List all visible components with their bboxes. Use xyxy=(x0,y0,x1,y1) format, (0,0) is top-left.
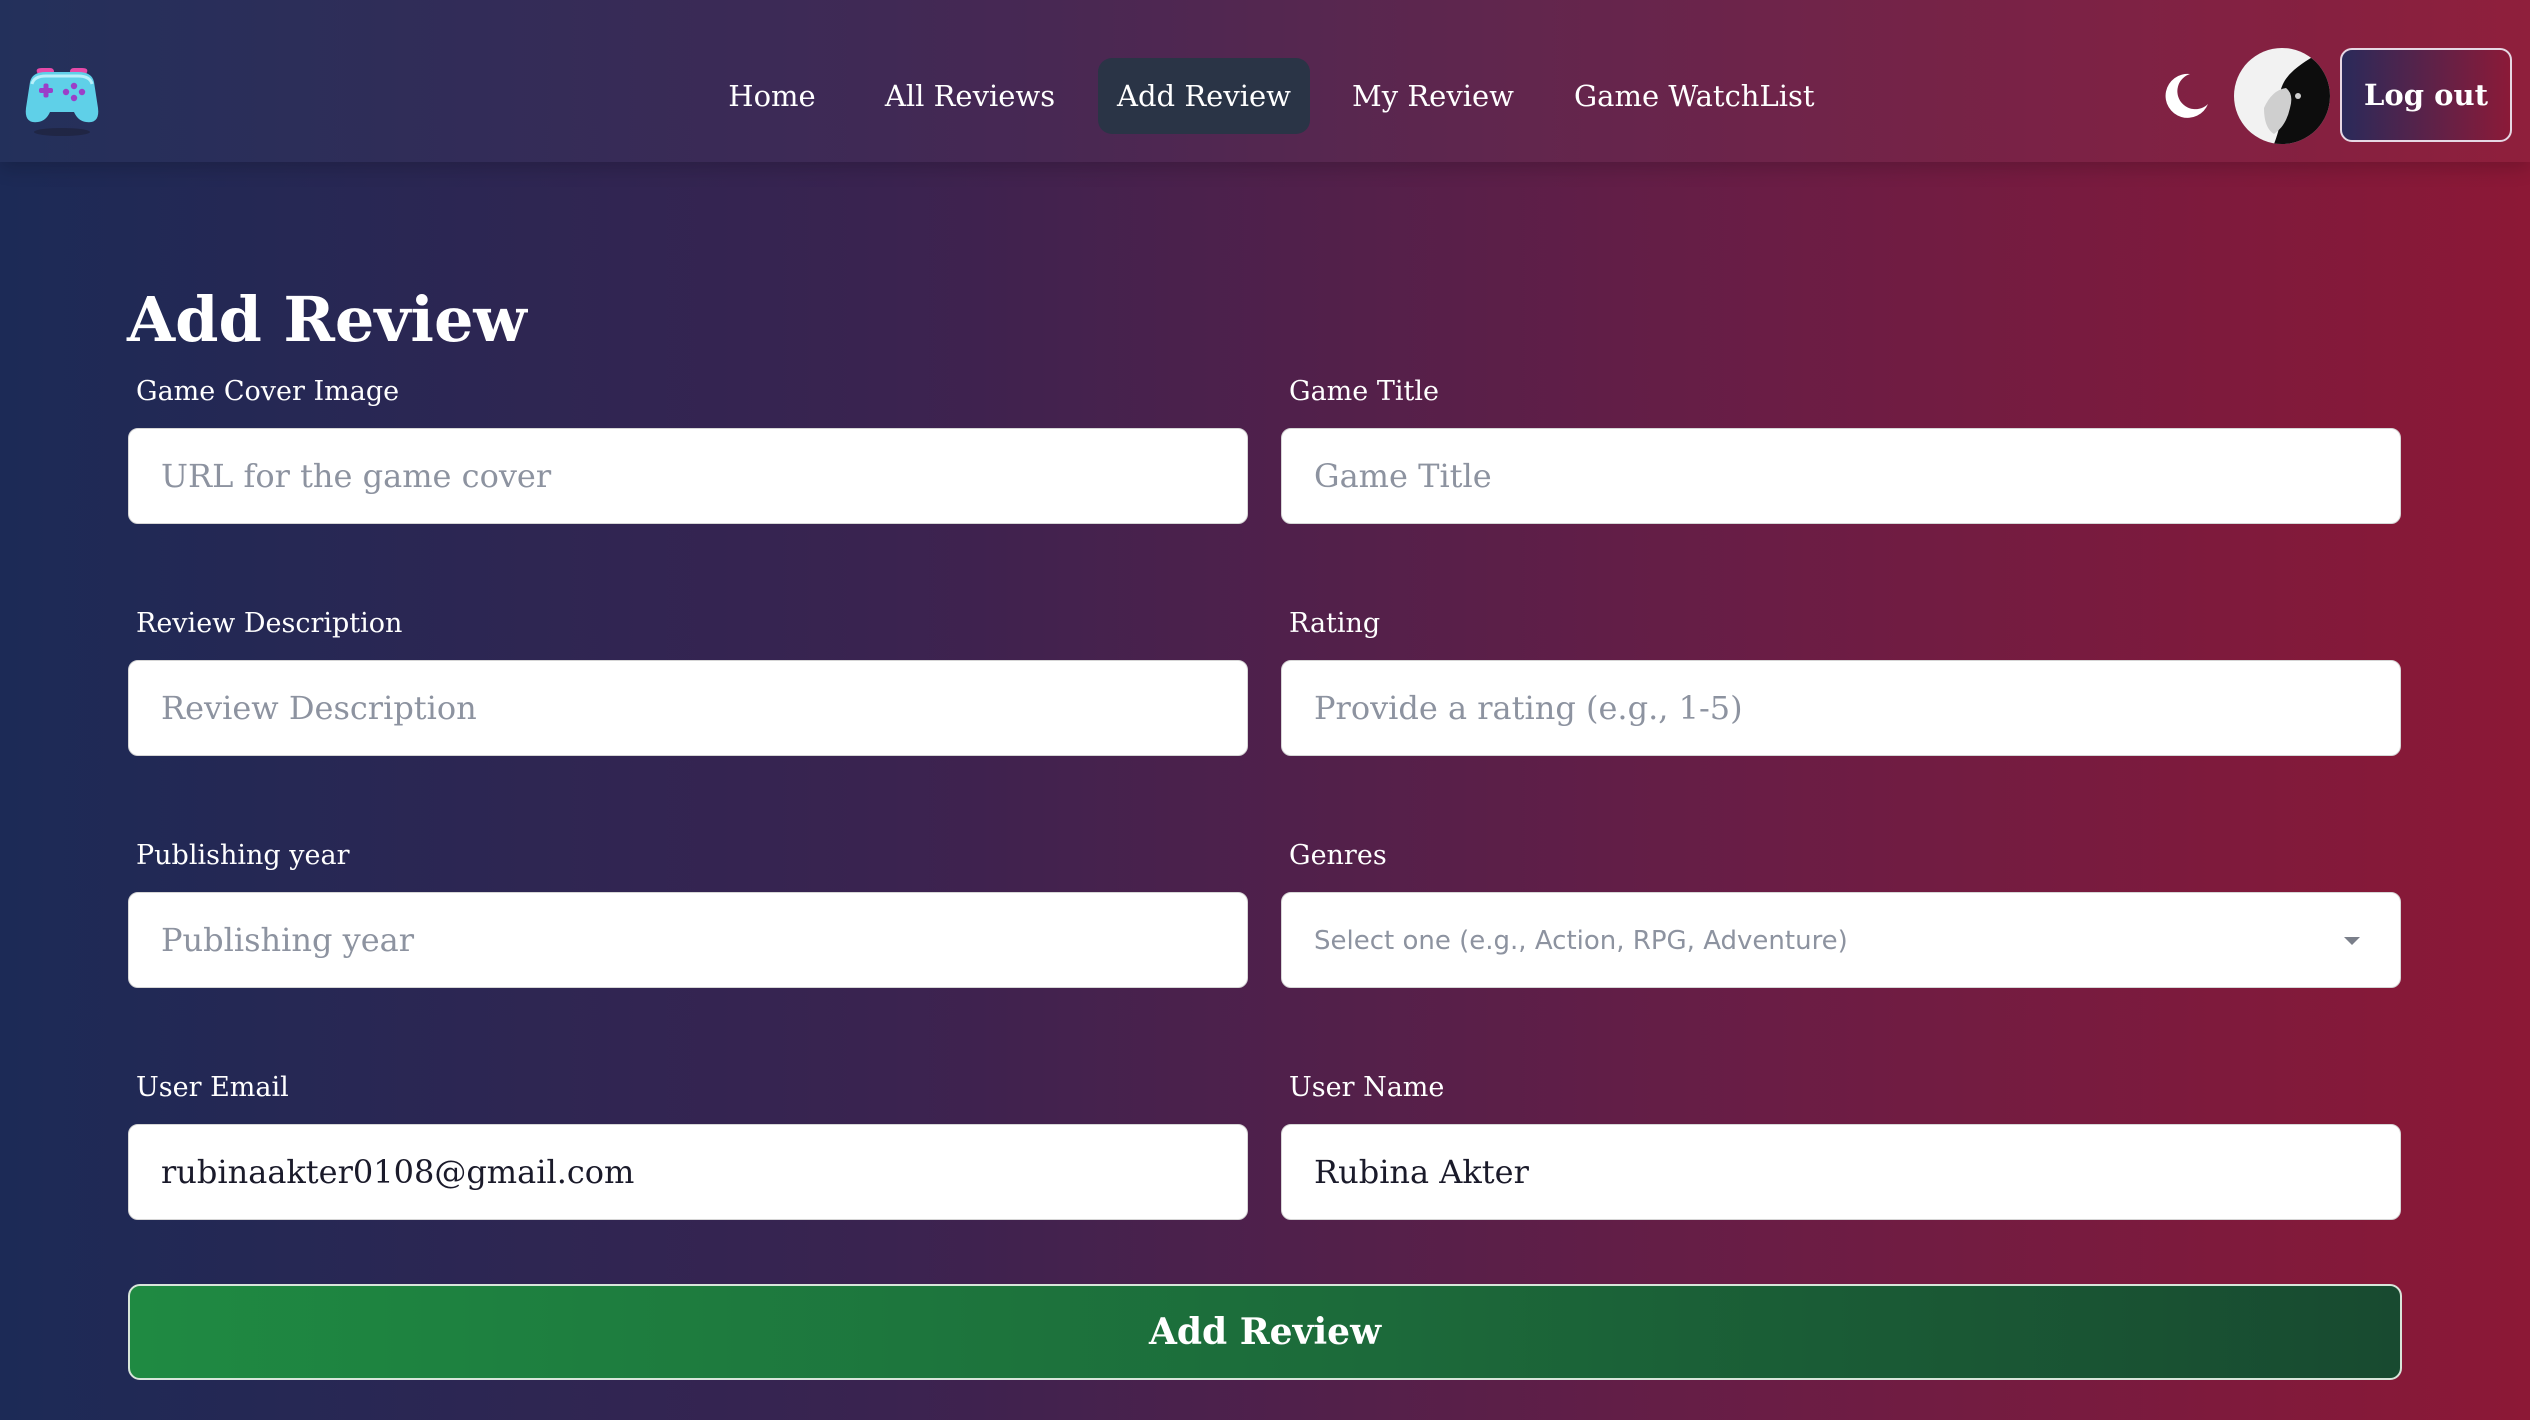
genres-select-placeholder: Select one (e.g., Action, RPG, Adventure… xyxy=(1314,926,1848,956)
user-email-label: User Email xyxy=(136,1072,289,1103)
nav-game-watchlist[interactable]: Game WatchList xyxy=(1574,58,1815,134)
cover-url-input[interactable] xyxy=(128,428,1248,524)
user-name-input[interactable] xyxy=(1281,1124,2401,1220)
nav-all-reviews[interactable]: All Reviews xyxy=(872,58,1068,134)
genres-label: Genres xyxy=(1289,840,1387,871)
description-label: Review Description xyxy=(136,608,403,639)
genres-select[interactable]: Select one (e.g., Action, RPG, Adventure… xyxy=(1281,892,2401,988)
user-name-label: User Name xyxy=(1289,1072,1445,1103)
user-email-input[interactable] xyxy=(128,1124,1248,1220)
publishing-year-input[interactable] xyxy=(128,892,1248,988)
nav-my-review[interactable]: My Review xyxy=(1346,58,1520,134)
moon-icon[interactable] xyxy=(2160,70,2212,122)
rating-label: Rating xyxy=(1289,608,1381,639)
publishing-year-label: Publishing year xyxy=(136,840,350,871)
page-title: Add Review xyxy=(127,283,527,356)
logout-button[interactable]: Log out xyxy=(2340,48,2512,142)
rating-input[interactable] xyxy=(1281,660,2401,756)
navbar: Home All Reviews Add Review My Review Ga… xyxy=(0,0,2530,162)
main-nav: Home All Reviews Add Review My Review Ga… xyxy=(0,58,2530,134)
add-review-button[interactable]: Add Review xyxy=(128,1284,2402,1380)
nav-add-review[interactable]: Add Review xyxy=(1098,58,1310,134)
game-title-input[interactable] xyxy=(1281,428,2401,524)
nav-home[interactable]: Home xyxy=(712,58,832,134)
description-input[interactable] xyxy=(128,660,1248,756)
game-title-label: Game Title xyxy=(1289,376,1439,407)
chevron-down-icon xyxy=(2344,937,2360,945)
cover-label: Game Cover Image xyxy=(136,376,400,407)
avatar[interactable] xyxy=(2234,48,2330,144)
